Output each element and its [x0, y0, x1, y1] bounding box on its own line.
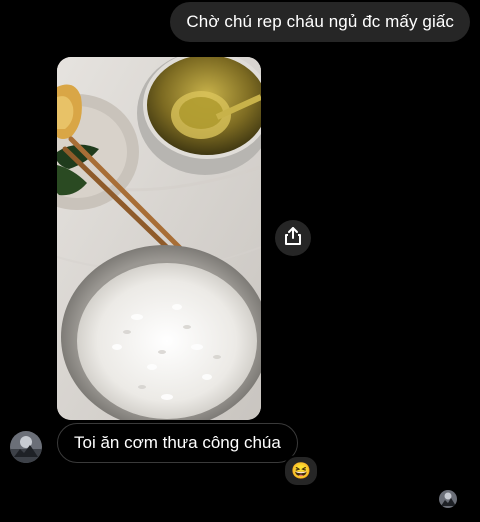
outgoing-message-bubble[interactable]: Chờ chú rep cháu ngủ đc mấy giấc: [170, 2, 470, 42]
laughing-emoji-icon: 😆: [291, 463, 311, 480]
avatar-icon: [10, 431, 42, 463]
reaction-badge[interactable]: 😆: [283, 455, 319, 487]
incoming-message-text: Toi ăn cơm thưa công chúa: [74, 433, 281, 452]
incoming-message-bubble[interactable]: Toi ăn cơm thưa công chúa: [57, 423, 298, 463]
meal-photo-image: [57, 57, 261, 420]
seen-avatar: [439, 490, 457, 508]
outgoing-message-text: Chờ chú rep cháu ngủ đc mấy giấc: [186, 12, 454, 31]
share-button[interactable]: [275, 220, 311, 256]
share-icon: [284, 226, 302, 251]
seen-avatar-icon: [439, 490, 457, 508]
sender-avatar[interactable]: [10, 431, 42, 463]
photo-message[interactable]: [57, 57, 261, 420]
